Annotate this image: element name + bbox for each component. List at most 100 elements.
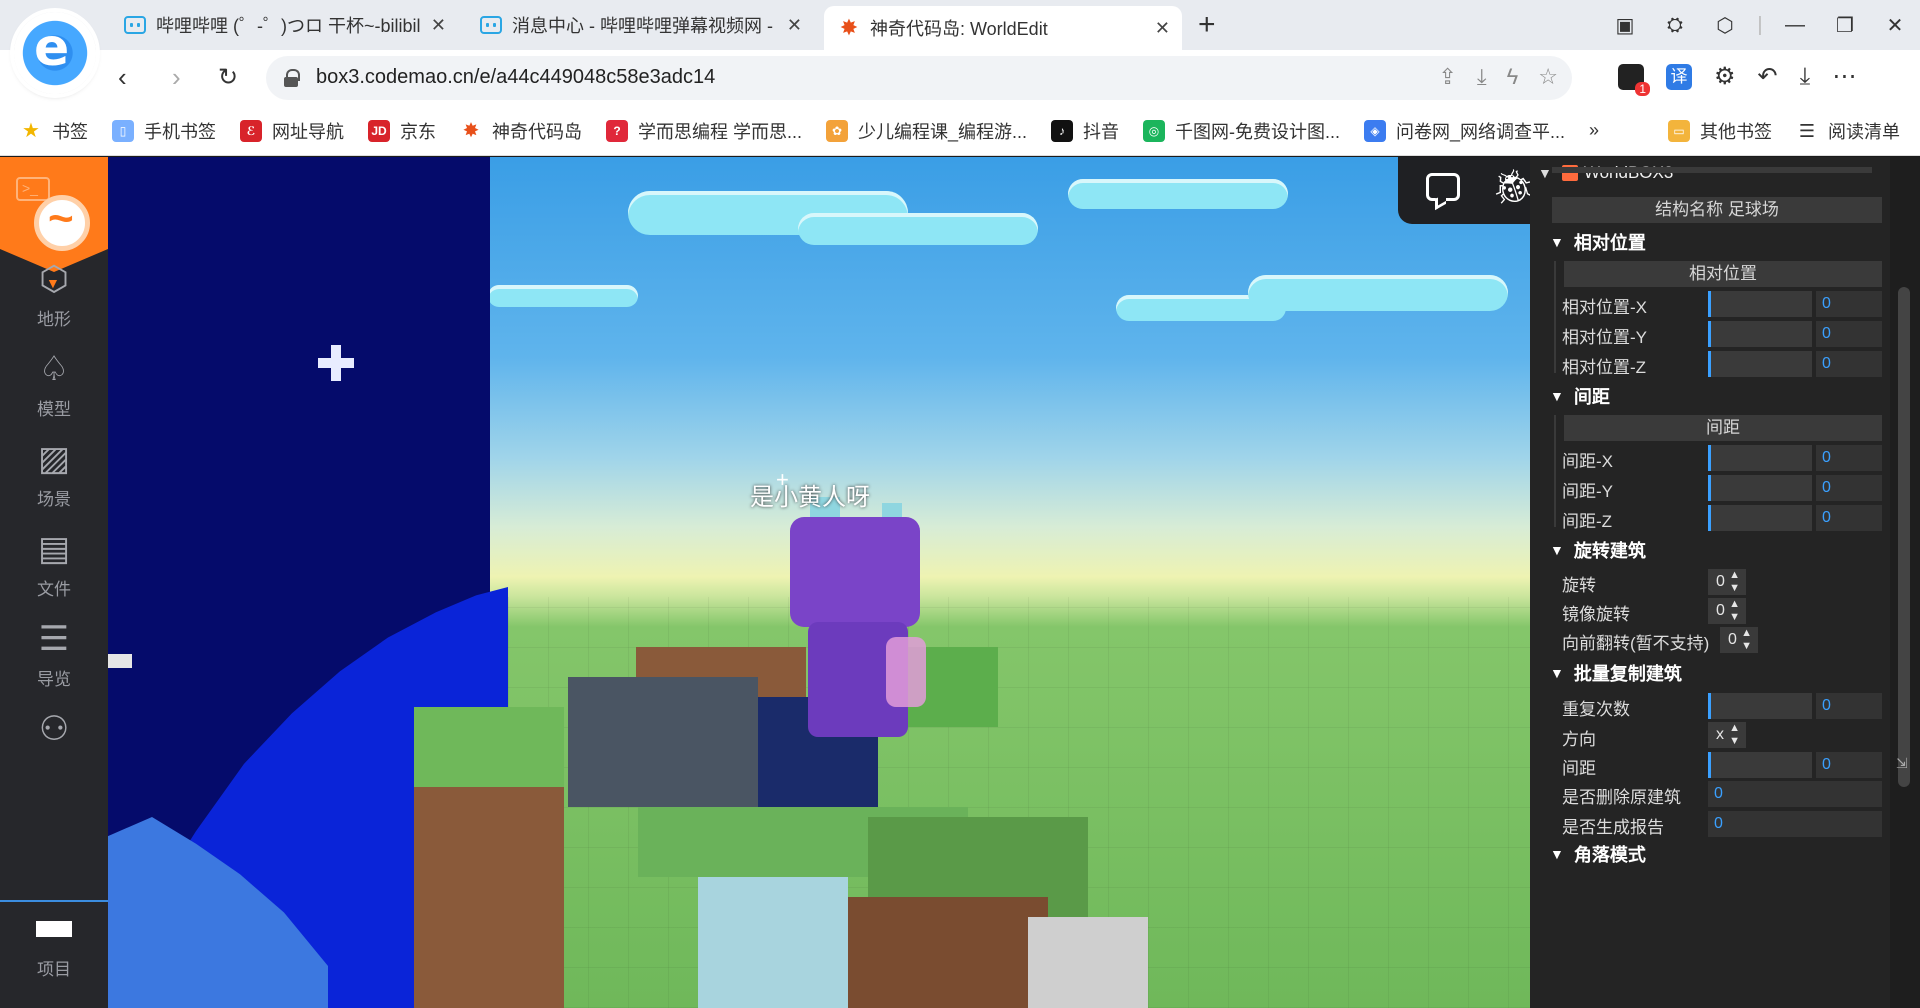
bookmark-item[interactable]: ★ 书签 — [20, 118, 88, 144]
repeat-input[interactable]: 0 — [1816, 693, 1882, 719]
new-tab-button[interactable]: + — [1198, 8, 1216, 42]
sidebar-item-file[interactable]: ▤ 文件 — [0, 529, 108, 600]
tab-close-icon[interactable]: ✕ — [431, 15, 446, 36]
bookmark-item[interactable]: ▯ 手机书签 — [112, 118, 216, 144]
grass-block — [414, 707, 564, 787]
other-bookmarks[interactable]: ▭ 其他书签 — [1668, 118, 1772, 144]
extensions-menu-icon[interactable]: ⛭ — [1650, 14, 1700, 37]
flip-stepper[interactable]: 0 ▲ ▼ — [1720, 627, 1758, 653]
bookmarks-more-button[interactable]: » — [1589, 120, 1599, 141]
terminal-icon[interactable]: >_ — [16, 177, 50, 201]
section-batch-copy[interactable]: ▼ 批量复制建筑 — [1550, 660, 1682, 686]
undo-icon[interactable]: ↶ — [1758, 62, 1778, 91]
bookmark-item[interactable]: ♪ 抖音 — [1051, 118, 1119, 144]
favorite-star-icon[interactable]: ☆ — [1538, 64, 1558, 90]
codemao-logo-icon[interactable] — [34, 194, 90, 251]
mirror-stepper[interactable]: 0 ▲ ▼ — [1708, 598, 1746, 624]
section-spacing[interactable]: ▼ 间距 — [1550, 383, 1610, 409]
share-icon[interactable]: ⇪ — [1438, 64, 1456, 90]
spacing-y-slider[interactable] — [1708, 475, 1812, 501]
forward-icon[interactable]: › — [172, 62, 181, 93]
bookmark-item[interactable]: ◎ 千图网-免费设计图... — [1143, 118, 1340, 144]
repeat-slider[interactable] — [1708, 693, 1812, 719]
batch-spacing-slider[interactable] — [1708, 752, 1812, 778]
bookmark-item[interactable]: ℰ 网址导航 — [240, 118, 344, 144]
panel-header[interactable]: ▼ WorldBOX3 — [1530, 157, 1890, 189]
url-field[interactable]: box3.codemao.cn/e/a44c449048c58e3adc14 ⇪… — [266, 56, 1572, 100]
reading-list[interactable]: ☰ 阅读清单 — [1796, 118, 1900, 144]
puzzle-extension-icon[interactable]: ⚙ — [1714, 62, 1736, 91]
rotate-stepper[interactable]: 0 ▲ ▼ — [1708, 569, 1746, 595]
window-controls: ▣ ⛭ ⬡ | — ❐ ✕ — [1600, 0, 1920, 50]
relative-y-input[interactable]: 0 — [1816, 321, 1882, 347]
bookmark-item[interactable]: JD 京东 — [368, 118, 436, 144]
download-page-icon[interactable]: ⤓ — [1477, 64, 1487, 90]
3d-viewport[interactable]: + 是小黄人呀 — [108, 157, 1530, 1008]
browser-logo-icon — [14, 12, 96, 94]
sidebar-item-model[interactable]: ♤ 模型 — [0, 349, 108, 420]
relative-z-slider[interactable] — [1708, 351, 1812, 377]
restore-icon[interactable]: ❐ — [1820, 13, 1870, 38]
spacing-x-slider[interactable] — [1708, 445, 1812, 471]
relative-x-slider[interactable] — [1708, 291, 1812, 317]
reload-icon[interactable]: ↻ — [218, 63, 238, 92]
stepper-arrows-icon[interactable]: ▲ ▼ — [1729, 569, 1740, 595]
tab-bilibili-messages[interactable]: 消息中心 - 哔哩哔哩弹幕视频网 - ✕ — [466, 6, 814, 44]
stepper-arrows-icon[interactable]: ▲ ▼ — [1729, 722, 1740, 748]
scroll-arrow-icon[interactable]: ⇲ — [1896, 755, 1908, 772]
bookmark-item[interactable]: ✸ 神奇代码岛 — [460, 118, 582, 144]
tab-bilibili-home[interactable]: 哔哩哔哩 (゜-゜)つロ 干杯~-bilibili ✕ — [110, 6, 458, 44]
tab-actions-icon[interactable]: ▣ — [1600, 13, 1650, 38]
bug-icon[interactable]: 🐞︎ — [1492, 167, 1535, 207]
stepper-arrows-icon[interactable]: ▲ ▼ — [1729, 598, 1740, 624]
section-next[interactable]: ▼ 角落模式 — [1550, 841, 1646, 867]
stepper-arrows-icon[interactable]: ▲ ▼ — [1741, 627, 1752, 653]
sidebar-item-label: 项目 — [37, 960, 71, 979]
sidebar-item-guide[interactable]: ☰ 导览 — [0, 619, 108, 690]
chevron-down-icon[interactable]: ▼ — [1538, 165, 1552, 181]
structure-name-button[interactable]: 结构名称 足球场 — [1552, 197, 1882, 223]
tab-close-icon[interactable]: ✕ — [787, 15, 802, 36]
generate-report-input[interactable]: 0 — [1708, 811, 1882, 837]
chat-icon[interactable] — [1426, 173, 1460, 201]
more-menu-icon[interactable]: ⋯ — [1832, 62, 1856, 91]
translate-icon[interactable]: 译 — [1666, 63, 1692, 90]
close-icon[interactable]: ✕ — [1870, 13, 1920, 38]
ice-block — [698, 877, 848, 1008]
section-rotate[interactable]: ▼ 旋转建筑 — [1550, 537, 1646, 563]
url-actions: ⇪ ⤓ ϟ ☆ — [1438, 64, 1558, 90]
panel-scrollbar[interactable]: ⇲ — [1890, 157, 1920, 1008]
puzzle-icon[interactable]: ⬡ — [1700, 13, 1750, 38]
spacing-button[interactable]: 间距 — [1564, 415, 1882, 441]
sidebar-item-terrain[interactable]: ⬡ 地形 — [0, 259, 108, 330]
back-icon[interactable]: ‹ — [118, 62, 127, 93]
bookmark-item[interactable]: ◈ 问卷网_网络调查平... — [1364, 118, 1565, 144]
section-relative-position[interactable]: ▼ 相对位置 — [1550, 229, 1646, 255]
extension-notification-icon[interactable]: 1 — [1618, 63, 1650, 96]
bookmark-item[interactable]: ? 学而思编程 学而思... — [606, 118, 802, 144]
relative-x-input[interactable]: 0 — [1816, 291, 1882, 317]
download-icon[interactable]: ⤓ — [1800, 63, 1811, 91]
sidebar-item-scene[interactable]: ▨ 场景 — [0, 439, 108, 510]
star-icon: ★ — [22, 120, 40, 142]
spacing-x-input[interactable]: 0 — [1816, 445, 1882, 471]
sidebar-item-project[interactable]: 项目 — [0, 909, 108, 980]
batch-spacing-input[interactable]: 0 — [1816, 752, 1882, 778]
relative-z-input[interactable]: 0 — [1816, 351, 1882, 377]
url-text[interactable]: box3.codemao.cn/e/a44c449048c58e3adc14 — [316, 66, 715, 89]
divider: | — [1757, 13, 1763, 36]
sidebar-item-users[interactable]: ⚇ — [0, 709, 108, 755]
bookmark-item[interactable]: ✿ 少儿编程课_编程游... — [826, 118, 1027, 144]
tab-close-icon[interactable]: ✕ — [1155, 18, 1170, 39]
scrollbar-thumb[interactable] — [1898, 287, 1910, 787]
delete-original-input[interactable]: 0 — [1708, 781, 1882, 807]
spacing-z-input[interactable]: 0 — [1816, 505, 1882, 531]
spacing-y-input[interactable]: 0 — [1816, 475, 1882, 501]
relative-position-button[interactable]: 相对位置 — [1564, 261, 1882, 287]
spacing-z-slider[interactable] — [1708, 505, 1812, 531]
tab-worldedit[interactable]: ✸ 神奇代码岛: WorldEdit ✕ — [824, 6, 1182, 50]
lightning-icon[interactable]: ϟ — [1507, 64, 1519, 90]
direction-select[interactable]: x ▲ ▼ — [1708, 722, 1746, 748]
relative-y-slider[interactable] — [1708, 321, 1812, 347]
minimize-icon[interactable]: — — [1770, 14, 1820, 37]
